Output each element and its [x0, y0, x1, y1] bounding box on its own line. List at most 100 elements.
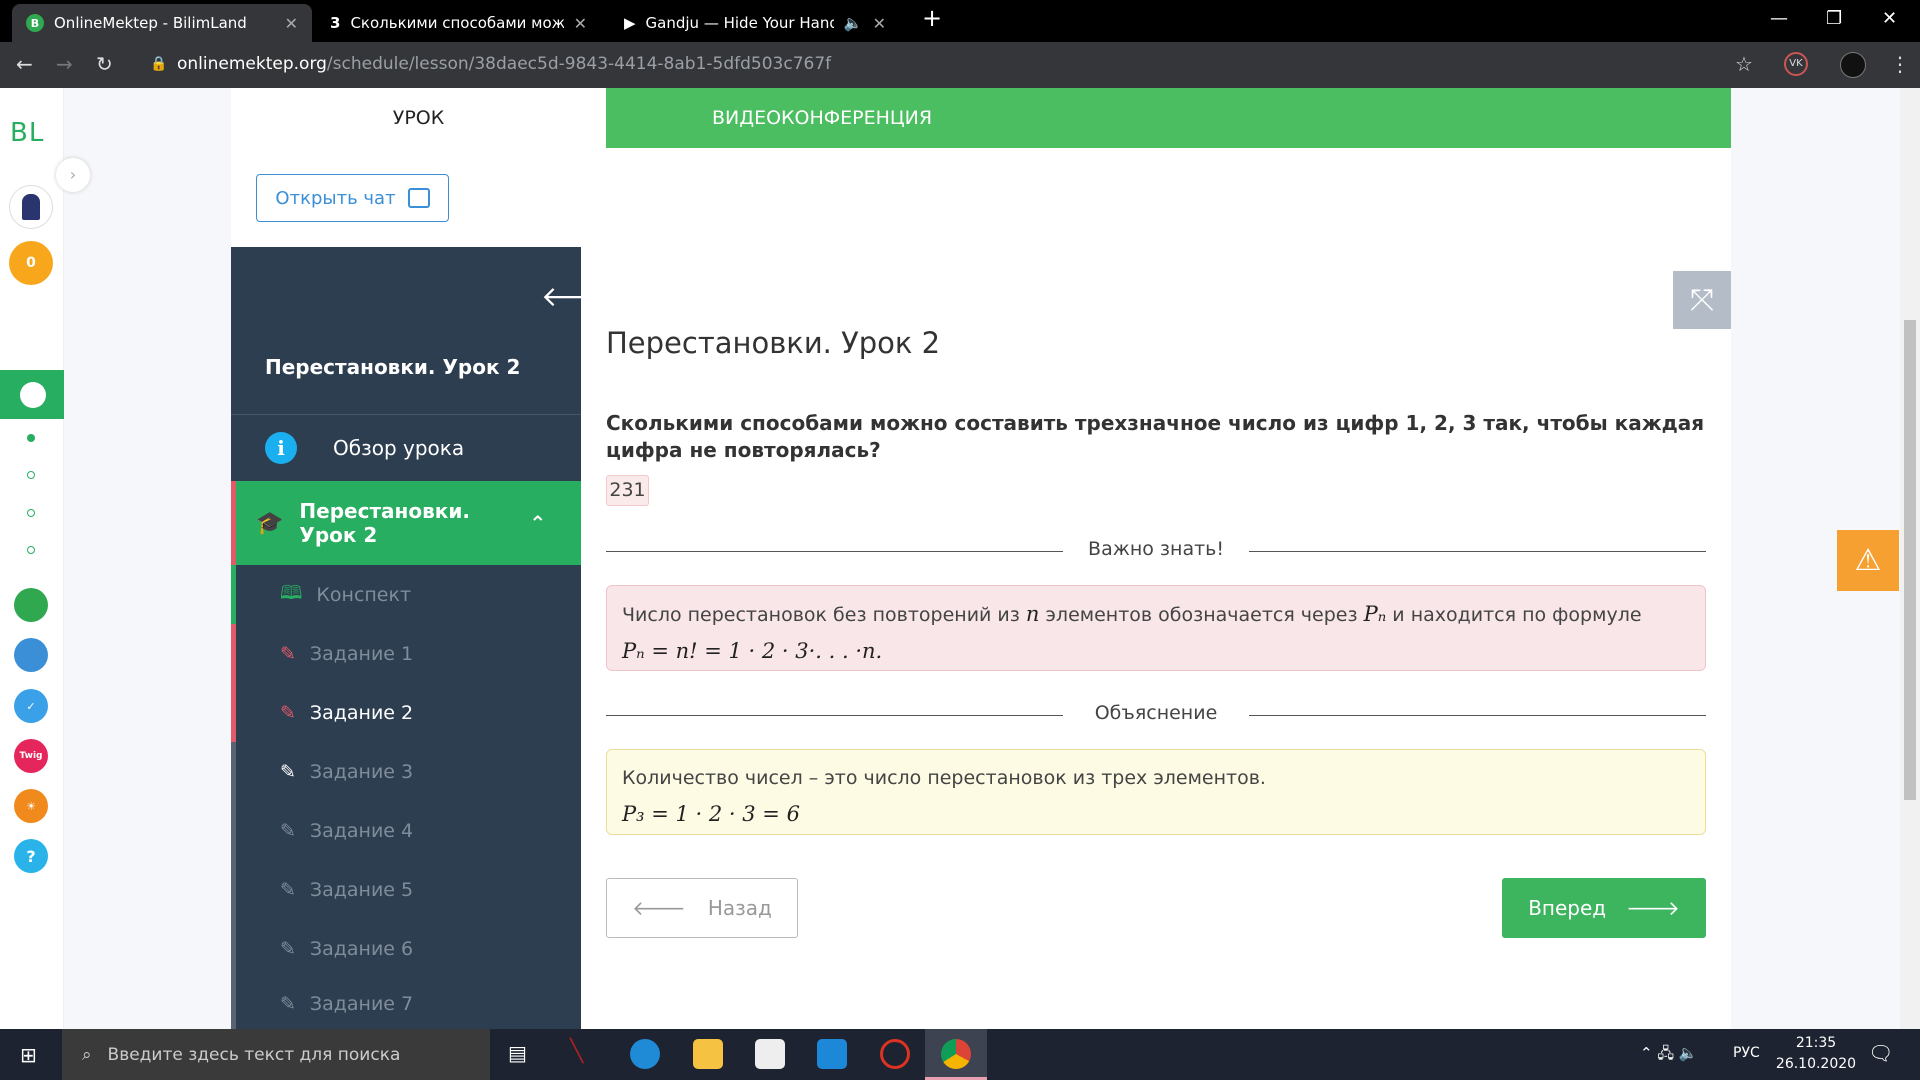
- report-problem-button[interactable]: ⚠: [1837, 530, 1899, 591]
- coins-badge[interactable]: 0: [9, 241, 53, 285]
- mail-icon[interactable]: [817, 1039, 847, 1069]
- bilimland-logo[interactable]: BL: [10, 118, 44, 148]
- rail-dot[interactable]: [27, 471, 35, 479]
- graduation-cap-icon: 🎓: [256, 510, 284, 536]
- edit-icon: ✎: [280, 937, 296, 960]
- chrome-taskbar-button[interactable]: [925, 1029, 987, 1080]
- rail-dot[interactable]: [27, 546, 35, 554]
- next-button[interactable]: Вперед 🡒: [1502, 878, 1706, 938]
- forward-icon[interactable]: →: [56, 52, 73, 76]
- search-icon: ⌕: [82, 1044, 92, 1065]
- app-rail: BL › 0 ✓ Twig ☀ ?: [0, 88, 90, 1030]
- close-window-button[interactable]: ✕: [1882, 8, 1897, 29]
- browser-tab-onlinemektep[interactable]: B OnlineMektep - BilimLand ✕: [12, 4, 312, 42]
- close-tab-icon[interactable]: ✕: [285, 14, 298, 33]
- new-tab-button[interactable]: +: [922, 4, 942, 32]
- tray-icons[interactable]: ⌃ 🖧 🔈: [1640, 1043, 1698, 1068]
- imaging-app-icon[interactable]: ☀: [14, 789, 48, 823]
- play-icon: ▶: [624, 14, 636, 32]
- windows-taskbar: ⊞ ⌕ Введите здесь текст для поиска ▤ ╲ ⌃ …: [0, 1029, 1920, 1080]
- bilimbook-app-icon[interactable]: [14, 638, 48, 672]
- close-tab-icon[interactable]: ✕: [873, 14, 886, 33]
- audio-icon[interactable]: 🔈: [844, 14, 863, 32]
- task-view-icon[interactable]: ▤: [508, 1041, 527, 1065]
- sidebar-item-label: Задание 6: [309, 937, 414, 960]
- edit-icon: ✎: [280, 701, 296, 724]
- user-avatar[interactable]: [9, 185, 53, 229]
- taskbar-search[interactable]: ⌕ Введите здесь текст для поиска: [62, 1029, 490, 1080]
- expand-icon: ⤧: [1690, 282, 1714, 318]
- scrollbar[interactable]: [1900, 88, 1920, 1029]
- minimize-button[interactable]: —: [1770, 8, 1788, 29]
- info-icon: i: [265, 432, 297, 464]
- scrollbar-thumb[interactable]: [1904, 320, 1916, 800]
- rail-dot-active[interactable]: [27, 434, 35, 442]
- profile-avatar-icon[interactable]: [1840, 52, 1866, 78]
- edit-icon: ✎: [280, 878, 296, 901]
- bilimland-app-icon[interactable]: [14, 588, 48, 622]
- search-placeholder: Введите здесь текст для поиска: [107, 1044, 401, 1065]
- warning-icon: ⚠: [1854, 543, 1882, 578]
- notifications-icon[interactable]: 🗨: [1868, 1041, 1893, 1065]
- rail-dot[interactable]: [27, 509, 35, 517]
- language-indicator[interactable]: РУС: [1733, 1045, 1760, 1061]
- explanation-text: Количество чисел – это число перестаново…: [622, 767, 1266, 789]
- expand-rail-chevron-icon[interactable]: ›: [56, 158, 90, 192]
- sidebar-item-label: Обзор урока: [333, 436, 465, 460]
- edge-icon[interactable]: [630, 1039, 660, 1069]
- test-app-icon[interactable]: ✓: [14, 689, 48, 723]
- divider: [606, 715, 1063, 716]
- browser-tab-bar: B OnlineMektep - BilimLand ✕ 3 Сколькими сп…: [0, 0, 1920, 42]
- close-tab-icon[interactable]: ✕: [574, 14, 587, 33]
- app-icon[interactable]: ╲: [570, 1039, 600, 1069]
- edit-icon: ✎: [280, 819, 296, 842]
- browser-tab-music[interactable]: ▶ Gandju — Hide Your Hands I 🔈 ✕: [610, 4, 900, 42]
- opera-icon[interactable]: [880, 1039, 910, 1069]
- sidebar-section-permutations[interactable]: 🎓 Перестановки. Урок 2 ⌃: [231, 481, 581, 565]
- back-icon[interactable]: ←: [16, 52, 33, 76]
- tab-lesson[interactable]: УРОК: [231, 88, 606, 148]
- clock[interactable]: 21:35 26.10.2020: [1772, 1033, 1860, 1075]
- bilimland-favicon-icon: B: [26, 14, 44, 32]
- lock-icon: 🔒: [150, 56, 168, 72]
- file-explorer-icon[interactable]: [693, 1039, 723, 1069]
- reload-icon[interactable]: ↻: [96, 52, 113, 76]
- sidebar-item-task-6[interactable]: ✎ Задание 6: [231, 919, 581, 978]
- sidebar-item-task-4[interactable]: ✎ Задание 4: [231, 801, 581, 860]
- sidebar-item-label: Задание 3: [309, 760, 414, 783]
- windows-start-icon[interactable]: ⊞: [20, 1043, 37, 1067]
- sidebar-item-task-5[interactable]: ✎ Задание 5: [231, 860, 581, 919]
- sidebar-item-konspekt[interactable]: 🕮 Конспект: [231, 565, 581, 624]
- url-field[interactable]: onlinemektep.org/schedule/lesson/38daec5…: [177, 54, 831, 74]
- vk-extension-icon[interactable]: VK: [1784, 52, 1808, 76]
- sidebar-item-overview[interactable]: i Обзор урока: [231, 415, 581, 481]
- sidebar-item-task-1[interactable]: ✎ Задание 1: [231, 624, 581, 683]
- answer-field[interactable]: 231: [606, 475, 649, 506]
- store-icon[interactable]: [755, 1039, 785, 1069]
- chevron-up-icon[interactable]: ⌃: [529, 511, 546, 535]
- bookmark-star-icon[interactable]: ☆: [1735, 52, 1753, 76]
- arrow-left-icon: 🡐: [632, 896, 686, 920]
- tab-videoconference[interactable]: ВИДЕОКОНФЕРЕНЦИЯ: [606, 88, 1731, 148]
- sidebar-item-label: Задание 2: [309, 701, 414, 724]
- rail-online-mektep[interactable]: [0, 370, 64, 419]
- explanation-box: Количество чисел – это число перестаново…: [606, 749, 1706, 835]
- edit-icon: ✎: [280, 642, 296, 665]
- sidebar-item-task-7[interactable]: ✎ Задание 7: [231, 978, 581, 1030]
- restore-button[interactable]: ❐: [1826, 8, 1842, 29]
- collapse-sidebar-arrow-icon[interactable]: 🡐: [541, 279, 616, 313]
- sidebar-item-task-3[interactable]: ✎ Задание 3: [231, 742, 581, 801]
- sidebar-item-task-2[interactable]: ✎ Задание 2: [231, 683, 581, 742]
- divider: [1249, 551, 1706, 552]
- twig-app-icon[interactable]: Twig: [14, 739, 48, 773]
- help-icon[interactable]: ?: [14, 839, 48, 873]
- browser-tab-question[interactable]: 3 Сколькими способами можно с ✕: [316, 4, 601, 42]
- sidebar-item-label: Задание 5: [309, 878, 414, 901]
- edit-icon: ✎: [280, 993, 296, 1015]
- back-button[interactable]: 🡐 Назад: [606, 878, 798, 938]
- sidebar-item-label: Конспект: [316, 583, 412, 606]
- fullscreen-button[interactable]: ⤧: [1673, 271, 1731, 329]
- menu-dots-icon[interactable]: ⋮: [1890, 52, 1910, 76]
- important-heading: Важно знать!: [1088, 538, 1224, 560]
- open-chat-button[interactable]: Открыть чат: [256, 174, 449, 222]
